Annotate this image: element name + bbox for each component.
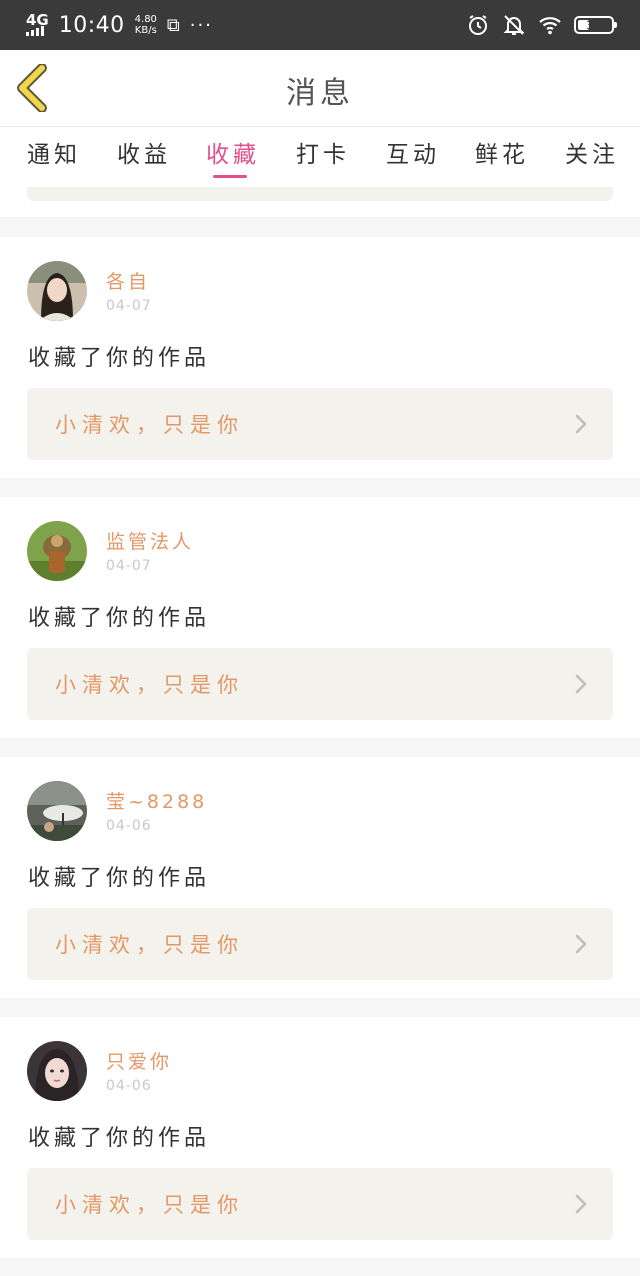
user-name[interactable]: 只爱你 — [106, 1047, 172, 1074]
net-speed-unit: KB/s — [134, 25, 157, 36]
user-name[interactable]: 监管法人 — [106, 527, 194, 554]
tab-follow[interactable]: 关注 — [565, 135, 619, 169]
nav-bar: 消息 — [0, 50, 640, 127]
notice-card: 莹~8288 04-06 收藏了你的作品 小清欢，只是你 — [0, 757, 640, 998]
net-speed: 4.80 KB/s — [135, 14, 157, 36]
page-title: 消息 — [286, 76, 354, 111]
chevron-right-icon — [575, 674, 587, 694]
avatar[interactable] — [27, 521, 87, 581]
notice-date: 04-06 — [106, 1078, 152, 1094]
avatar[interactable] — [27, 1041, 87, 1101]
tab-notice[interactable]: 通知 — [27, 135, 81, 169]
status-left: 4G 10:40 4.80 KB/s ⧉ ··· — [26, 10, 213, 40]
notice-card: 监管法人 04-07 收藏了你的作品 小清欢，只是你 — [0, 497, 640, 738]
tab-earnings[interactable]: 收益 — [117, 135, 171, 169]
avatar-image-4 — [27, 1041, 87, 1101]
notice-card-partial — [0, 187, 640, 217]
notice-date: 04-06 — [106, 818, 152, 834]
work-link[interactable]: 小清欢，只是你 — [27, 1168, 613, 1240]
work-title: 小清欢，只是你 — [55, 1193, 244, 1217]
chevron-right-icon — [575, 1194, 587, 1214]
notice-card: 只爱你 04-06 收藏了你的作品 小清欢，只是你 — [0, 1017, 640, 1258]
avatar-image-1 — [27, 261, 87, 321]
avatar-image-2 — [27, 521, 87, 581]
tab-flowers[interactable]: 鲜花 — [475, 135, 529, 169]
avatar-image-3 — [27, 781, 87, 841]
wifi-icon — [539, 17, 561, 35]
work-title: 小清欢，只是你 — [55, 673, 244, 697]
user-name[interactable]: 各自 — [106, 267, 150, 294]
mute-bell-icon — [503, 15, 525, 35]
notice-text: 收藏了你的作品 — [28, 866, 211, 891]
clock: 10:40 — [58, 12, 125, 38]
notice-date: 04-07 — [106, 558, 152, 574]
notice-date: 04-07 — [106, 298, 152, 314]
avatar[interactable] — [27, 781, 87, 841]
notice-text: 收藏了你的作品 — [28, 1126, 211, 1151]
active-tab-indicator — [213, 175, 247, 178]
alarm-icon — [469, 15, 487, 35]
work-link[interactable]: 小清欢，只是你 — [27, 908, 613, 980]
more-notifications-icon: ··· — [189, 14, 213, 36]
network-indicator: 4G — [26, 11, 49, 36]
work-link[interactable]: 小清欢，只是你 — [27, 648, 613, 720]
network-type: 4G — [26, 11, 49, 29]
battery-level: 31 — [586, 18, 600, 32]
notice-card: 各自 04-07 收藏了你的作品 小清欢，只是你 — [0, 237, 640, 478]
tab-bar: 通知 收益 收藏 打卡 互动 鲜花 关注 — [0, 127, 640, 187]
net-speed-value: 4.80 — [134, 14, 157, 25]
screenshot-icon: ⧉ — [166, 14, 180, 36]
work-link-partial[interactable] — [27, 187, 613, 201]
tab-checkin[interactable]: 打卡 — [296, 135, 350, 169]
chevron-right-icon — [575, 414, 587, 434]
work-link[interactable]: 小清欢，只是你 — [27, 388, 613, 460]
avatar[interactable] — [27, 261, 87, 321]
chevron-right-icon — [575, 934, 587, 954]
tab-favorites[interactable]: 收藏 — [206, 135, 260, 169]
tab-interaction[interactable]: 互动 — [386, 135, 440, 169]
status-bar: 4G 10:40 4.80 KB/s ⧉ ··· 31 — [0, 0, 640, 50]
user-name[interactable]: 莹~8288 — [106, 787, 207, 814]
status-right: 31 — [466, 12, 617, 38]
work-title: 小清欢，只是你 — [55, 933, 244, 957]
work-title: 小清欢，只是你 — [55, 413, 244, 437]
notice-text: 收藏了你的作品 — [28, 346, 211, 371]
battery-icon: 31 — [574, 16, 617, 34]
notice-text: 收藏了你的作品 — [28, 606, 211, 631]
